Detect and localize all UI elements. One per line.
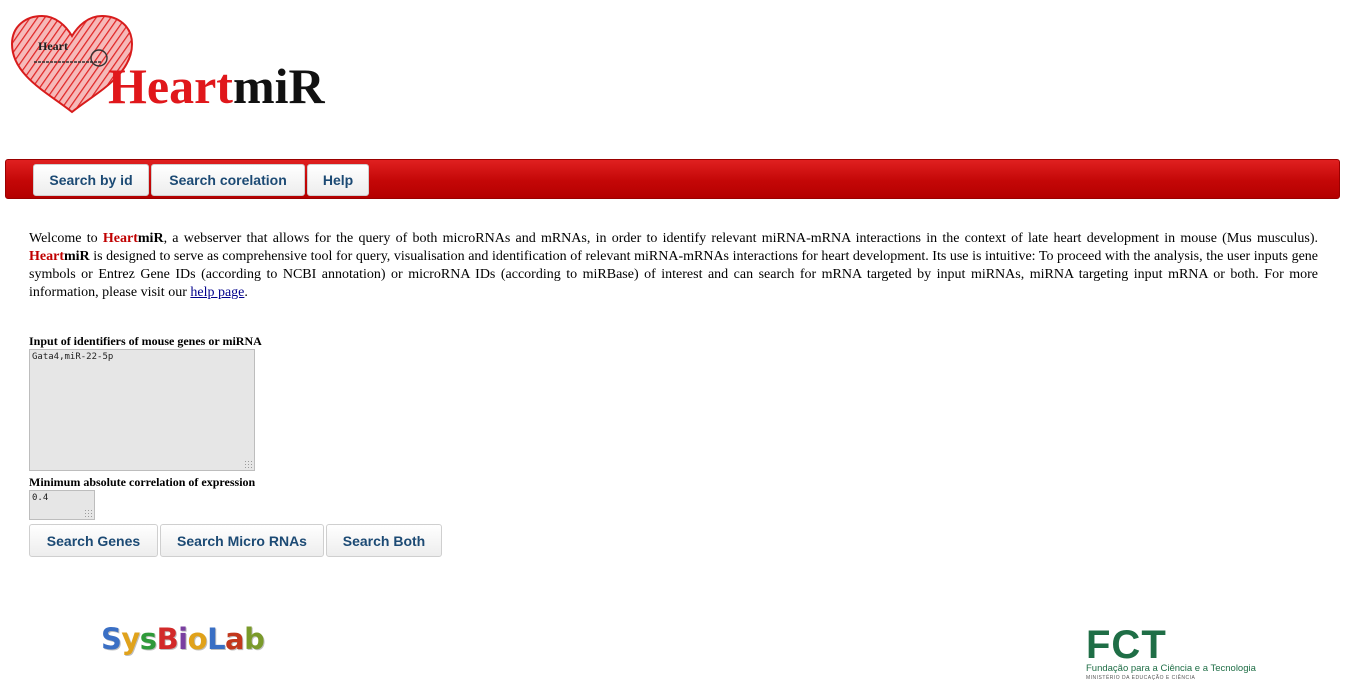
intro-paragraph: Welcome to HeartmiR, a webserver that al… bbox=[29, 230, 1318, 302]
logo-word-mir: miR bbox=[232, 58, 325, 114]
nav-help[interactable]: Help bbox=[307, 164, 369, 196]
fct-logo-subtitle: Fundação para a Ciência e a Tecnologia bbox=[1086, 663, 1256, 674]
sysbiolab-letter: S bbox=[101, 622, 122, 656]
resize-grip-icon[interactable] bbox=[84, 509, 92, 517]
nav-search-corelation[interactable]: Search corelation bbox=[151, 164, 305, 196]
sysbiolab-letter: o bbox=[187, 622, 208, 656]
ids-textarea-value: Gata4,miR-22-5p bbox=[32, 352, 114, 362]
search-micro-rnas-button[interactable]: Search Micro RNAs bbox=[160, 524, 324, 557]
sysbiolab-letter: a bbox=[225, 622, 245, 656]
heartmir-logo[interactable]: Heart HeartmiR bbox=[10, 14, 360, 114]
intro-brand-heart: Heart bbox=[102, 231, 138, 246]
intro-welcome: Welcome to bbox=[29, 231, 98, 246]
sysbiolab-letter: b bbox=[244, 622, 265, 656]
intro-brand-mir-2: miR bbox=[63, 249, 90, 264]
correlation-textarea[interactable]: 0.4 bbox=[29, 490, 95, 520]
logo-mini-text: Heart bbox=[38, 39, 68, 53]
sysbiolab-letter: s bbox=[139, 622, 157, 656]
intro-part1: , a webserver that allows for the query … bbox=[163, 231, 1319, 246]
ids-textarea[interactable]: Gata4,miR-22-5p bbox=[29, 349, 255, 471]
sysbiolab-letter: B bbox=[156, 622, 179, 656]
sysbiolab-letter: L bbox=[207, 622, 226, 656]
fct-logo-letters: FCT bbox=[1086, 623, 1167, 667]
ids-input-label: Input of identifiers of mouse genes or m… bbox=[29, 334, 262, 348]
intro-brand-mir: miR bbox=[137, 231, 164, 246]
sysbiolab-letter: i bbox=[178, 622, 188, 656]
search-both-button[interactable]: Search Both bbox=[326, 524, 442, 557]
fct-logo[interactable]: FCT Fundação para a Ciência e a Tecnolog… bbox=[1086, 623, 1256, 686]
sysbiolab-letter: y bbox=[121, 622, 140, 656]
correlation-value: 0.4 bbox=[32, 493, 49, 503]
search-genes-button[interactable]: Search Genes bbox=[29, 524, 158, 557]
nav-search-by-id[interactable]: Search by id bbox=[33, 164, 149, 196]
logo-wordmark: HeartmiR bbox=[108, 58, 325, 114]
sysbiolab-logo[interactable]: SysBioLab bbox=[101, 622, 265, 656]
help-page-link[interactable]: help page bbox=[190, 285, 244, 300]
main-navbar: Search by id Search corelation Help bbox=[5, 159, 1340, 199]
intro-brand-heart-2: Heart bbox=[29, 249, 64, 264]
intro-end: . bbox=[244, 285, 248, 300]
fct-logo-ministry: MINISTÉRIO DA EDUCAÇÃO E CIÊNCIA bbox=[1086, 675, 1196, 681]
resize-grip-icon[interactable] bbox=[244, 460, 252, 468]
correlation-input-label: Minimum absolute correlation of expressi… bbox=[29, 475, 256, 489]
logo-word-heart: Heart bbox=[108, 58, 233, 114]
